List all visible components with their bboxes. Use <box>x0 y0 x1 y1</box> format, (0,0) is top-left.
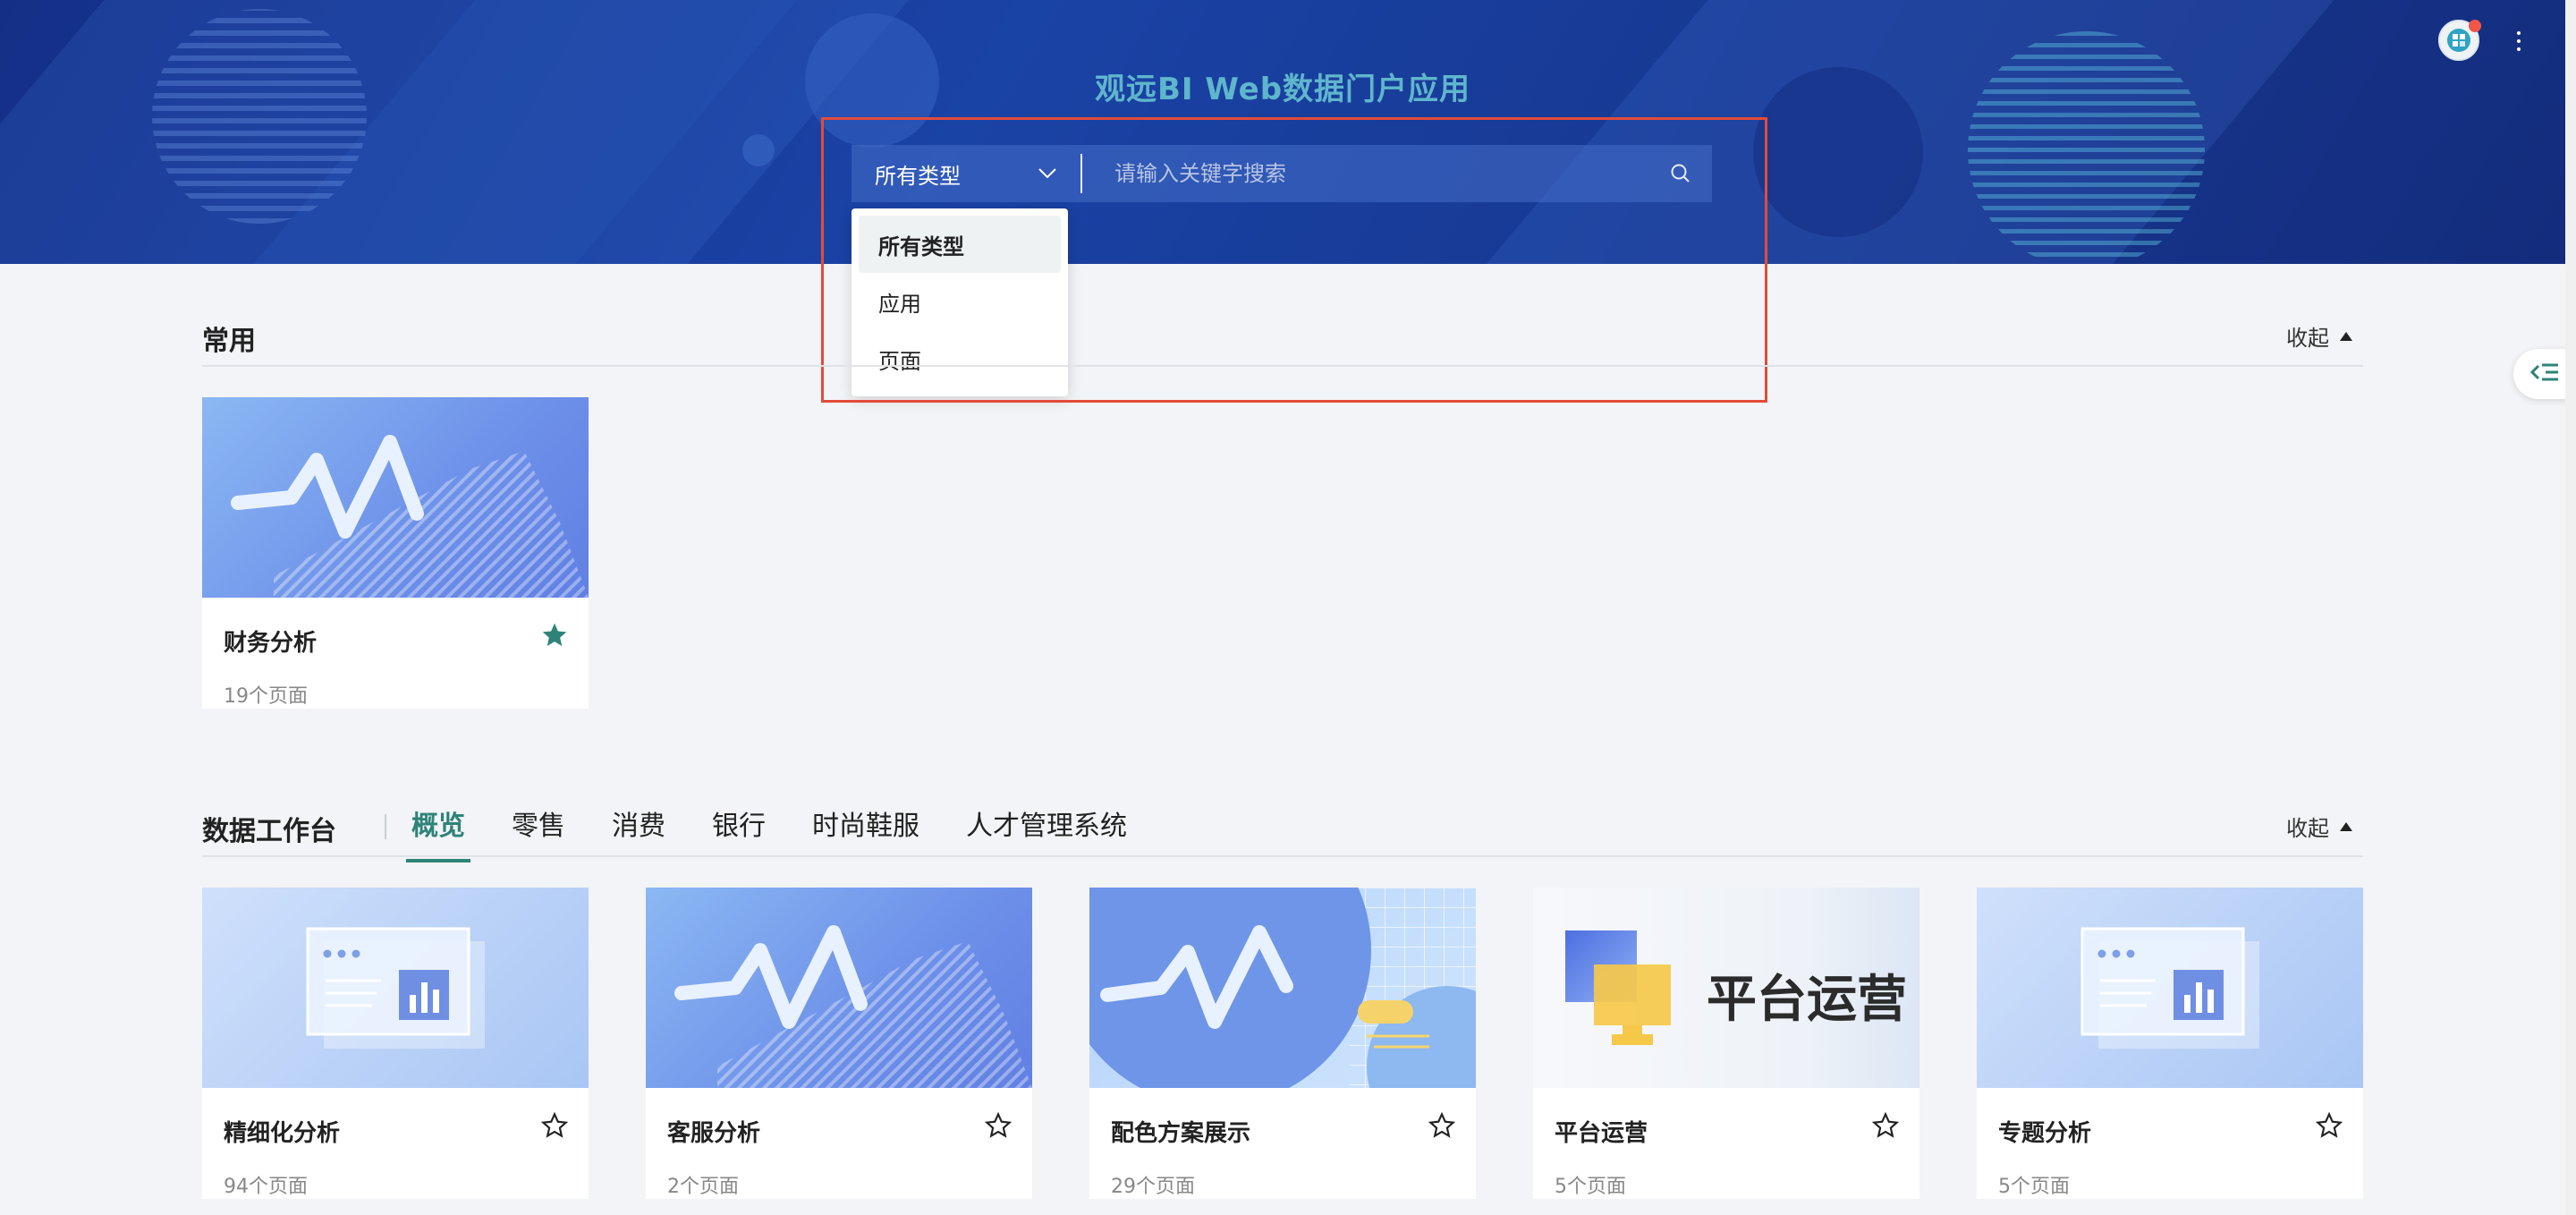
star-outline-icon[interactable] <box>2315 1111 2343 1140</box>
common-collapse-button[interactable]: 收起 <box>2286 320 2352 352</box>
app-card-color-scheme[interactable]: 配色方案展示 29个页面 <box>1089 888 1476 1199</box>
caret-up-icon <box>2340 821 2352 831</box>
type-select[interactable]: 所有类型 <box>852 145 1080 202</box>
search-input[interactable] <box>1082 145 1649 202</box>
app-card-platform-ops[interactable]: 平台运营 平台运营 5个页面 <box>1533 888 1919 1199</box>
card-page-count: 5个页面 <box>1555 1176 1626 1198</box>
search-bar: 所有类型 <box>852 145 1712 202</box>
card-title: 客服分析 <box>667 1120 761 1147</box>
caret-up-icon <box>2340 331 2352 341</box>
star-outline-icon[interactable] <box>984 1111 1013 1140</box>
notification-dot <box>2469 20 2481 32</box>
app-card-customer-service[interactable]: 客服分析 2个页面 <box>646 888 1032 1199</box>
star-filled-icon[interactable] <box>540 621 569 650</box>
card-page-count: 2个页面 <box>667 1176 739 1198</box>
card-thumbnail <box>202 397 589 598</box>
tab-retail[interactable]: 零售 <box>512 803 565 862</box>
app-card-topic-analysis[interactable]: 专题分析 5个页面 <box>1977 888 2363 1199</box>
collapse-label: 收起 <box>2286 326 2329 351</box>
type-option-app[interactable]: 应用 <box>859 273 1061 330</box>
workbench-section-title: 数据工作台 <box>202 816 336 847</box>
banner-decoration <box>742 134 775 166</box>
card-page-count: 19个页面 <box>224 685 308 708</box>
tab-overview[interactable]: 概览 <box>406 803 470 862</box>
workbench-tabs: 概览 零售 消费 银行 时尚鞋服 人才管理系统 <box>385 803 1150 862</box>
section-divider <box>202 855 2363 857</box>
star-outline-icon[interactable] <box>1428 1111 1456 1140</box>
collapse-label: 收起 <box>2286 816 2329 841</box>
pulse-chart-icon <box>674 925 1032 1088</box>
section-divider <box>202 365 2363 367</box>
star-outline-icon[interactable] <box>540 1111 569 1140</box>
card-thumbnail <box>1089 888 1476 1088</box>
pulse-chart-icon <box>231 435 589 598</box>
common-section-title: 常用 <box>202 326 256 357</box>
card-thumbnail <box>202 888 589 1088</box>
user-logo-icon <box>2447 29 2470 52</box>
workbench-collapse-button[interactable]: 收起 <box>2286 811 2352 842</box>
card-thumbnail <box>646 888 1032 1088</box>
dashboard-window-icon <box>306 927 485 1049</box>
tab-separator <box>385 814 386 839</box>
card-page-count: 29个页面 <box>1111 1176 1195 1198</box>
page-title: 观远BI Web数据门户应用 <box>1094 72 1471 107</box>
app-card-finance[interactable]: 财务分析 19个页面 <box>202 397 589 709</box>
card-thumbnail <box>1977 888 2363 1088</box>
card-page-count: 94个页面 <box>224 1176 308 1198</box>
type-option-page[interactable]: 页面 <box>859 330 1061 387</box>
dashboard-window-icon <box>2080 927 2259 1049</box>
search-icon <box>1671 164 1690 183</box>
more-menu-icon[interactable] <box>2508 23 2529 59</box>
page-scrollbar[interactable] <box>2565 0 2576 1215</box>
tab-consumer[interactable]: 消费 <box>612 803 665 862</box>
avatar[interactable] <box>2438 20 2481 61</box>
thumbnail-label: 平台运营 <box>1707 971 1907 1029</box>
header-banner: 观远BI Web数据门户应用 <box>0 0 2565 264</box>
card-title: 平台运营 <box>1555 1120 1648 1147</box>
color-scheme-illustration <box>1089 888 1476 1088</box>
card-title: 专题分析 <box>1998 1120 2092 1147</box>
tab-bank[interactable]: 银行 <box>712 803 766 862</box>
type-dropdown: 所有类型 应用 页面 <box>852 208 1068 396</box>
chevron-down-icon <box>1038 168 1056 179</box>
search-button[interactable] <box>1649 145 1712 202</box>
portal-page: 观远BI Web数据门户应用 所有类型 所有 <box>0 0 2576 1215</box>
type-option-all[interactable]: 所有类型 <box>859 216 1061 273</box>
type-select-value: 所有类型 <box>875 163 961 189</box>
app-card-fine-analysis[interactable]: 精细化分析 94个页面 <box>202 888 589 1199</box>
tab-talent[interactable]: 人才管理系统 <box>966 803 1127 862</box>
card-page-count: 5个页面 <box>1998 1176 2070 1198</box>
card-title: 财务分析 <box>224 630 318 657</box>
tab-fashion[interactable]: 时尚鞋服 <box>812 803 919 862</box>
card-thumbnail: 平台运营 <box>1533 888 1919 1088</box>
card-title: 配色方案展示 <box>1111 1120 1251 1147</box>
banner-decoration <box>152 9 367 224</box>
star-outline-icon[interactable] <box>1871 1111 1900 1140</box>
menu-collapse-icon <box>2529 363 2558 381</box>
card-title: 精细化分析 <box>224 1120 341 1147</box>
